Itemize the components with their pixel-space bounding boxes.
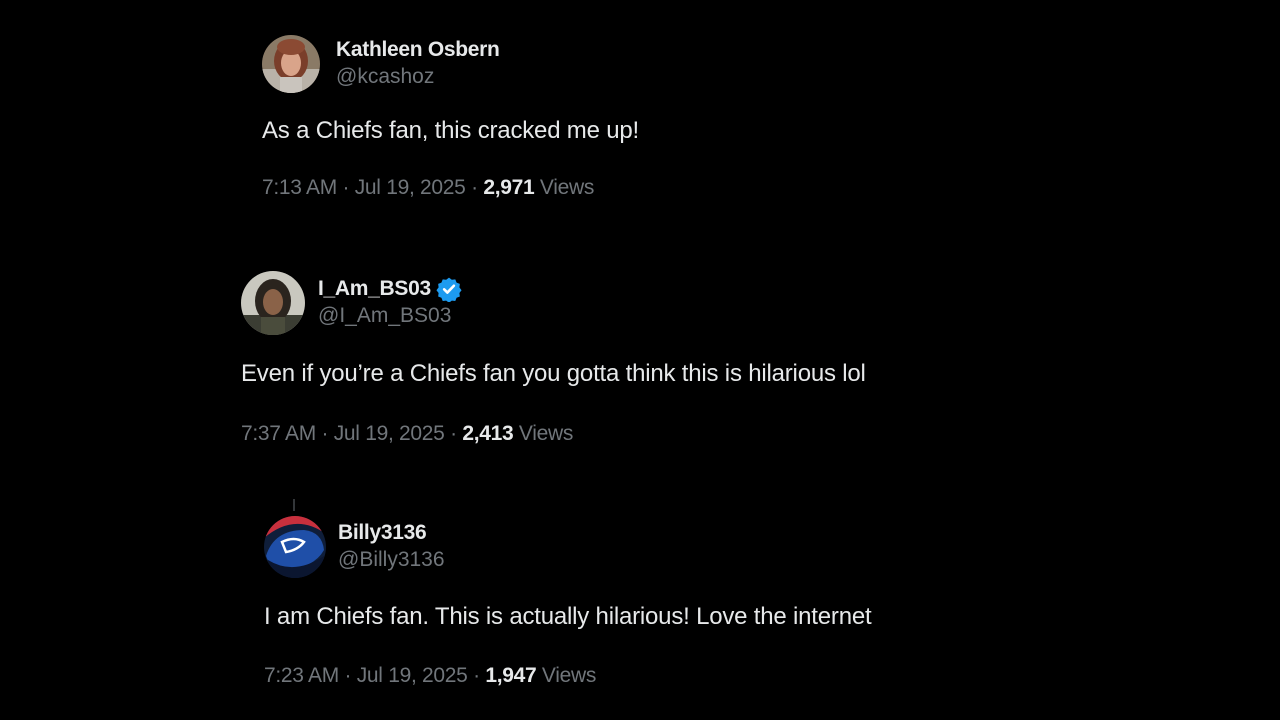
- user-names: I_Am_BS03 @I_Am_BS03: [318, 276, 462, 330]
- display-name[interactable]: Kathleen Osbern: [336, 37, 500, 63]
- views-label: Views: [539, 176, 595, 199]
- profile-photo-woman-icon: [262, 35, 320, 93]
- tweet-text: As a Chiefs fan, this cracked me up!: [262, 117, 639, 144]
- tweet-date[interactable]: Jul 19, 2025: [357, 664, 468, 687]
- views-count: 2,971: [483, 176, 535, 199]
- meta-separator: ·: [467, 664, 486, 687]
- user-handle[interactable]: @Billy3136: [338, 546, 445, 574]
- meta-separator: ·: [315, 422, 334, 445]
- thread-connector-line: [293, 499, 295, 511]
- avatar[interactable]: [264, 516, 326, 578]
- meta-separator: ·: [465, 176, 484, 199]
- tweet-3[interactable]: Billy3136 @Billy3136 I am Chiefs fan. Th…: [264, 515, 872, 688]
- tweet-date[interactable]: Jul 19, 2025: [334, 422, 445, 445]
- meta-separator: ·: [444, 422, 463, 445]
- reply-thread: Kathleen Osbern @kcashoz As a Chiefs fan…: [0, 0, 1280, 720]
- tweet-meta: 7:13 AM · Jul 19, 2025 · 2,971 Views: [262, 176, 639, 200]
- tweet-1[interactable]: Kathleen Osbern @kcashoz As a Chiefs fan…: [262, 32, 639, 200]
- profile-photo-bills-helmet-icon: [264, 516, 326, 578]
- display-name-row: I_Am_BS03: [318, 276, 462, 302]
- tweet-text: I am Chiefs fan. This is actually hilari…: [264, 603, 872, 630]
- user-names: Kathleen Osbern @kcashoz: [336, 37, 500, 91]
- tweet-header: Billy3136 @Billy3136: [264, 515, 871, 579]
- views-label: Views: [541, 664, 597, 687]
- tweet-time[interactable]: 7:37 AM: [241, 422, 316, 445]
- user-handle[interactable]: @kcashoz: [336, 63, 500, 91]
- tweet-time[interactable]: 7:23 AM: [264, 664, 339, 687]
- views-label: Views: [518, 422, 574, 445]
- tweet-meta: 7:37 AM · Jul 19, 2025 · 2,413 Views: [241, 422, 866, 446]
- views-count: 2,413: [462, 422, 514, 445]
- meta-separator: ·: [336, 176, 355, 199]
- views-count: 1,947: [485, 664, 537, 687]
- tweet-header: I_Am_BS03 @I_Am_BS03: [241, 271, 866, 335]
- verified-badge-icon[interactable]: [436, 276, 462, 302]
- tweet-text: Even if you’re a Chiefs fan you gotta th…: [241, 360, 866, 387]
- profile-photo-man-icon: [241, 271, 305, 335]
- avatar[interactable]: [241, 271, 305, 335]
- display-name[interactable]: I_Am_BS03: [318, 276, 431, 302]
- tweet-meta: 7:23 AM · Jul 19, 2025 · 1,947 Views: [264, 664, 871, 688]
- avatar[interactable]: [262, 35, 320, 93]
- user-names: Billy3136 @Billy3136: [338, 520, 445, 574]
- display-name-row: Billy3136: [338, 520, 445, 546]
- user-handle[interactable]: @I_Am_BS03: [318, 302, 462, 330]
- tweet-date[interactable]: Jul 19, 2025: [355, 176, 466, 199]
- display-name-row: Kathleen Osbern: [336, 37, 500, 63]
- display-name[interactable]: Billy3136: [338, 520, 427, 546]
- tweet-time[interactable]: 7:13 AM: [262, 176, 337, 199]
- meta-separator: ·: [338, 664, 357, 687]
- tweet-header: Kathleen Osbern @kcashoz: [262, 32, 639, 96]
- tweet-2[interactable]: I_Am_BS03 @I_Am_BS03 Even if you’re a Ch…: [241, 271, 866, 446]
